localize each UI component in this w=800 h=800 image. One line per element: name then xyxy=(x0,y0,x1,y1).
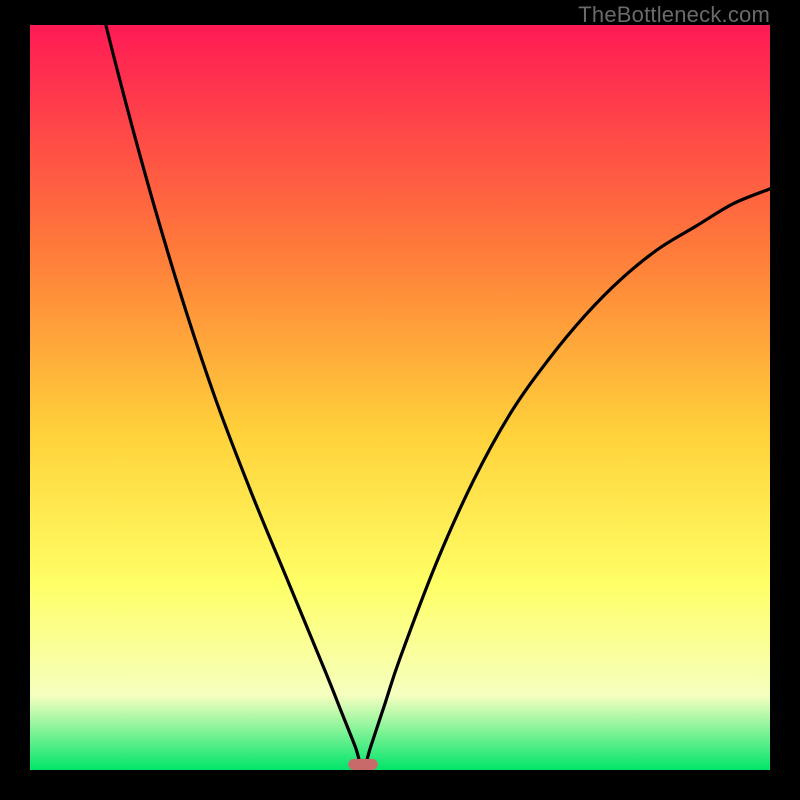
bottleneck-chart xyxy=(30,25,770,770)
minimum-marker xyxy=(348,759,378,770)
outer-frame: TheBottleneck.com xyxy=(0,0,800,800)
plot-area xyxy=(30,25,770,770)
